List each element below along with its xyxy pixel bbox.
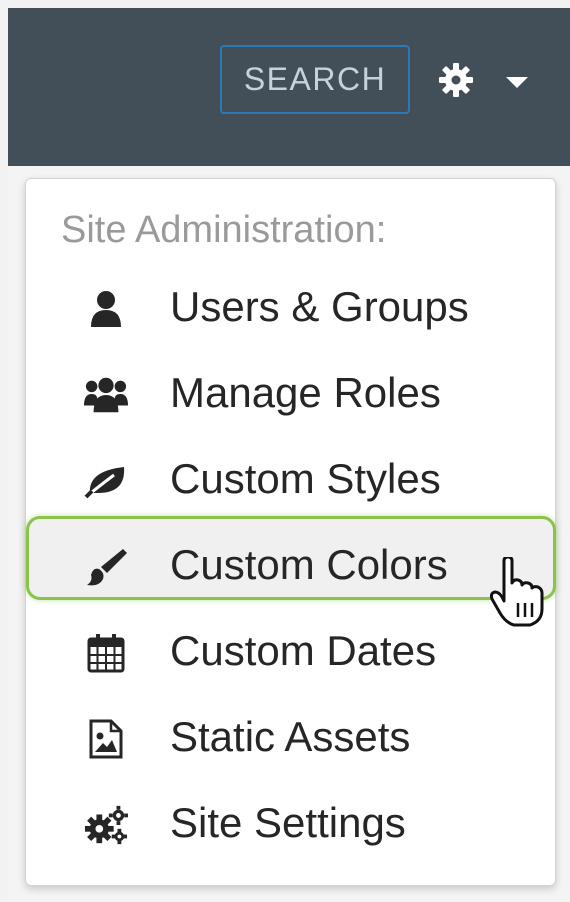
users-icon [84,373,128,417]
menu-item-custom-dates[interactable]: Custom Dates [26,615,557,691]
menu-item-label: Custom Dates [170,627,437,674]
menu-item-label: Site Settings [170,799,406,846]
menu-item-custom-styles[interactable]: Custom Styles [26,443,557,519]
menu-item-label: Custom Colors [170,541,448,588]
menu-item-label: Manage Roles [170,369,441,416]
leaf-icon [84,459,128,503]
caret-down-icon [506,77,528,88]
top-navbar: SEARCH [8,8,570,166]
menu-item-site-settings[interactable]: Site Settings [26,787,557,863]
calendar-icon [84,631,128,675]
gear-icon [439,63,473,97]
site-admin-dropdown: Site Administration: Users & Groups Mana… [25,178,556,886]
menu-item-label: Users & Groups [170,283,469,330]
menu-item-static-assets[interactable]: Static Assets [26,701,557,777]
cogs-icon [84,803,128,847]
menu-item-custom-colors[interactable]: Custom Colors [26,529,557,605]
search-button[interactable]: SEARCH [220,45,410,114]
menu-item-label: Static Assets [170,713,411,760]
hand-pointer-cursor-icon [489,557,544,627]
menu-item-manage-roles[interactable]: Manage Roles [26,357,557,433]
settings-menu-toggle[interactable] [436,60,532,104]
dropdown-header: Site Administration: [61,209,387,251]
menu-item-label: Custom Styles [170,455,441,502]
menu-item-users-groups[interactable]: Users & Groups [26,271,557,347]
user-icon [84,287,128,331]
image-file-icon [84,717,128,761]
paintbrush-icon [84,545,128,589]
